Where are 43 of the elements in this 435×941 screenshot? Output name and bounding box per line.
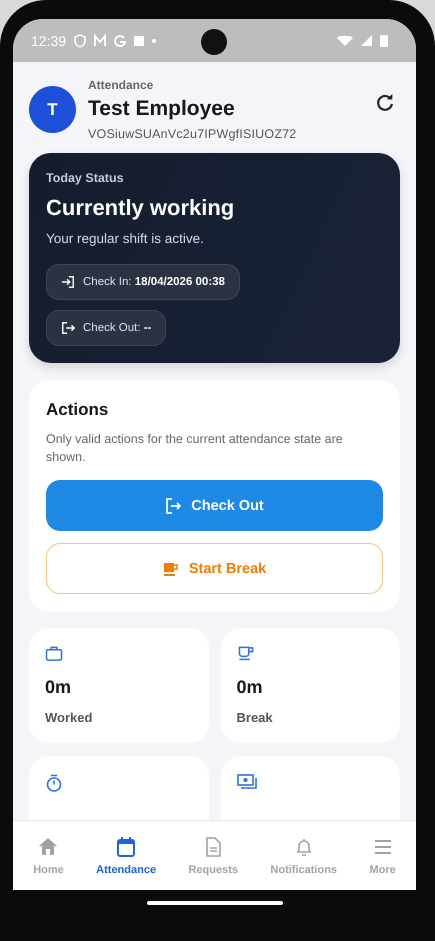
stopwatch-icon xyxy=(45,774,63,792)
camera-cutout xyxy=(201,29,227,55)
actions-title: Actions xyxy=(46,400,110,420)
status-subtitle: Your regular shift is active. xyxy=(46,231,204,246)
nav-tab[interactable]: Requests xyxy=(186,832,240,880)
mail-icon xyxy=(94,34,106,48)
nav-tab[interactable]: Notifications xyxy=(268,832,340,880)
employee-name: Test Employee xyxy=(88,97,236,121)
stat-value: 0m xyxy=(45,677,72,698)
actions-description: Only valid actions for the current attendance state are shown. xyxy=(46,431,344,466)
page-overline: Attendance xyxy=(88,78,154,92)
cup-icon xyxy=(236,646,254,661)
status-label: Today Status xyxy=(46,171,124,185)
home-icon xyxy=(37,836,60,858)
shield-icon xyxy=(74,34,86,48)
app-icon xyxy=(134,36,144,46)
status-time: 12:39 xyxy=(31,32,66,48)
check-out-button[interactable]: Check Out xyxy=(46,480,383,531)
refresh-icon xyxy=(374,92,396,114)
google-icon xyxy=(114,34,126,48)
chip-text: Check Out: -- xyxy=(83,322,152,334)
calendar-icon xyxy=(115,836,138,858)
briefcase-icon xyxy=(45,646,63,661)
cash-icon xyxy=(236,774,256,790)
battery-icon xyxy=(380,34,388,46)
chip-text: Check In: 18/04/2026 00:38 xyxy=(83,276,225,288)
avatar: T xyxy=(29,86,76,133)
logout-icon xyxy=(61,321,75,335)
logout-icon xyxy=(165,496,182,514)
employee-id: VOSiuwSUAnVc2u7IPWgfISIUOZ72 xyxy=(88,127,298,141)
dot-icon xyxy=(152,38,156,42)
wifi-icon xyxy=(337,36,353,46)
nav-tab[interactable]: Home xyxy=(31,832,66,880)
signal-icon xyxy=(361,35,372,46)
stat-label: Worked xyxy=(45,710,92,725)
nav-tab[interactable]: Attendance xyxy=(94,832,158,880)
start-break-button[interactable]: Start Break xyxy=(46,543,383,594)
stat-value: 0m xyxy=(236,677,263,698)
status-title: Currently working xyxy=(46,195,234,221)
cup-icon xyxy=(162,560,179,576)
stat-label: Break xyxy=(236,710,273,725)
nav-tab[interactable]: More xyxy=(367,832,398,880)
login-icon xyxy=(61,275,75,289)
